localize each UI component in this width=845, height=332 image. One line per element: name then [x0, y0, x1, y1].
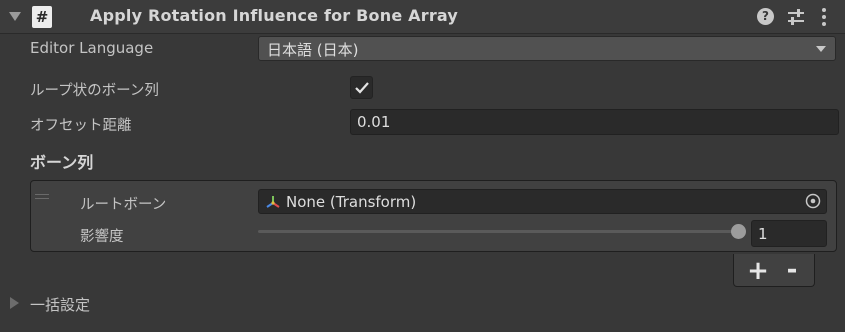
drag-handle[interactable] — [35, 194, 49, 199]
remove-element-button[interactable]: - — [780, 257, 804, 283]
influence-field[interactable]: 1 — [751, 220, 827, 247]
offset-value: 0.01 — [357, 113, 391, 131]
dropdown-arrow-icon — [816, 46, 826, 52]
bone-list-title: ボーン列 — [30, 153, 94, 172]
checkmark-icon — [355, 82, 369, 94]
influence-slider-thumb[interactable] — [731, 224, 746, 239]
preset-icon[interactable] — [786, 7, 806, 27]
chevron-right-icon[interactable] — [10, 297, 19, 309]
root-bone-value: None (Transform) — [286, 193, 417, 211]
root-bone-label: ルートボーン — [80, 197, 167, 213]
loop-label: ループ状のボーン列 — [30, 83, 159, 99]
kebab-menu-icon[interactable] — [818, 7, 830, 27]
editor-language-label: Editor Language — [30, 39, 154, 57]
component-title: Apply Rotation Influence for Bone Array — [90, 6, 459, 25]
transform-icon — [266, 196, 280, 208]
bulk-settings-foldout[interactable]: 一括設定 — [30, 294, 90, 315]
chevron-down-icon[interactable] — [9, 12, 21, 21]
loop-checkbox[interactable] — [350, 76, 373, 99]
object-picker-icon[interactable] — [803, 191, 823, 211]
editor-language-dropdown[interactable]: 日本語 (日本) — [258, 36, 836, 61]
help-icon[interactable]: ? — [757, 8, 774, 25]
offset-field[interactable]: 0.01 — [350, 109, 839, 135]
script-icon: # — [32, 6, 52, 28]
influence-slider-track[interactable] — [258, 230, 742, 233]
root-bone-field[interactable]: None (Transform) — [258, 189, 827, 214]
editor-language-value: 日本語 (日本) — [267, 41, 359, 59]
offset-label: オフセット距離 — [30, 118, 132, 134]
add-element-button[interactable]: + — [746, 258, 770, 284]
influence-value: 1 — [758, 225, 768, 243]
influence-label: 影響度 — [80, 229, 124, 245]
